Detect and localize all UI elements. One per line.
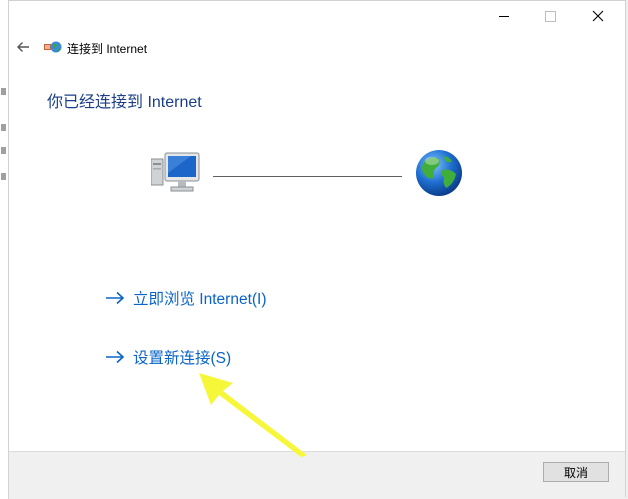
- background-text-fragment: [1, 124, 6, 131]
- back-button[interactable]: [13, 37, 33, 57]
- page-heading: 你已经连接到 Internet: [47, 94, 202, 111]
- navigation-bar: 连接到 Internet: [9, 31, 625, 63]
- maximize-icon: [544, 10, 556, 22]
- arrow-right-icon: [106, 350, 125, 364]
- background-text-fragment: [1, 88, 6, 95]
- minimize-icon: [499, 15, 509, 17]
- globe-icon: [416, 150, 462, 196]
- close-button[interactable]: [575, 1, 621, 31]
- annotation-arrow-icon: [199, 373, 307, 457]
- connect-to-internet-dialog: 连接到 Internet 你已经连接到 Internet 立即浏览 Intern…: [8, 0, 626, 497]
- arrow-right-icon: [106, 291, 125, 305]
- computer-icon: [151, 152, 200, 192]
- window-title: 连接到 Internet: [67, 42, 148, 56]
- set-up-new-connection-label: 设置新连接(S): [133, 350, 232, 367]
- dialog-footer: 取消: [9, 451, 625, 497]
- connection-line: [213, 176, 402, 177]
- maximize-button[interactable]: [527, 1, 573, 31]
- network-globe-icon: [44, 41, 62, 53]
- back-arrow-icon: [17, 42, 29, 52]
- cancel-button[interactable]: 取消: [543, 462, 609, 482]
- close-icon: [592, 10, 604, 22]
- screen: 连接到 Internet 你已经连接到 Internet 立即浏览 Intern…: [0, 0, 628, 499]
- background-text-fragment: [1, 147, 6, 154]
- minimize-button[interactable]: [481, 1, 527, 31]
- background-text-fragment: [1, 173, 6, 180]
- set-up-new-connection-link[interactable]: 设置新连接(S): [105, 345, 231, 369]
- browse-internet-link[interactable]: 立即浏览 Internet(I): [105, 286, 267, 310]
- browse-internet-label: 立即浏览 Internet(I): [133, 291, 267, 308]
